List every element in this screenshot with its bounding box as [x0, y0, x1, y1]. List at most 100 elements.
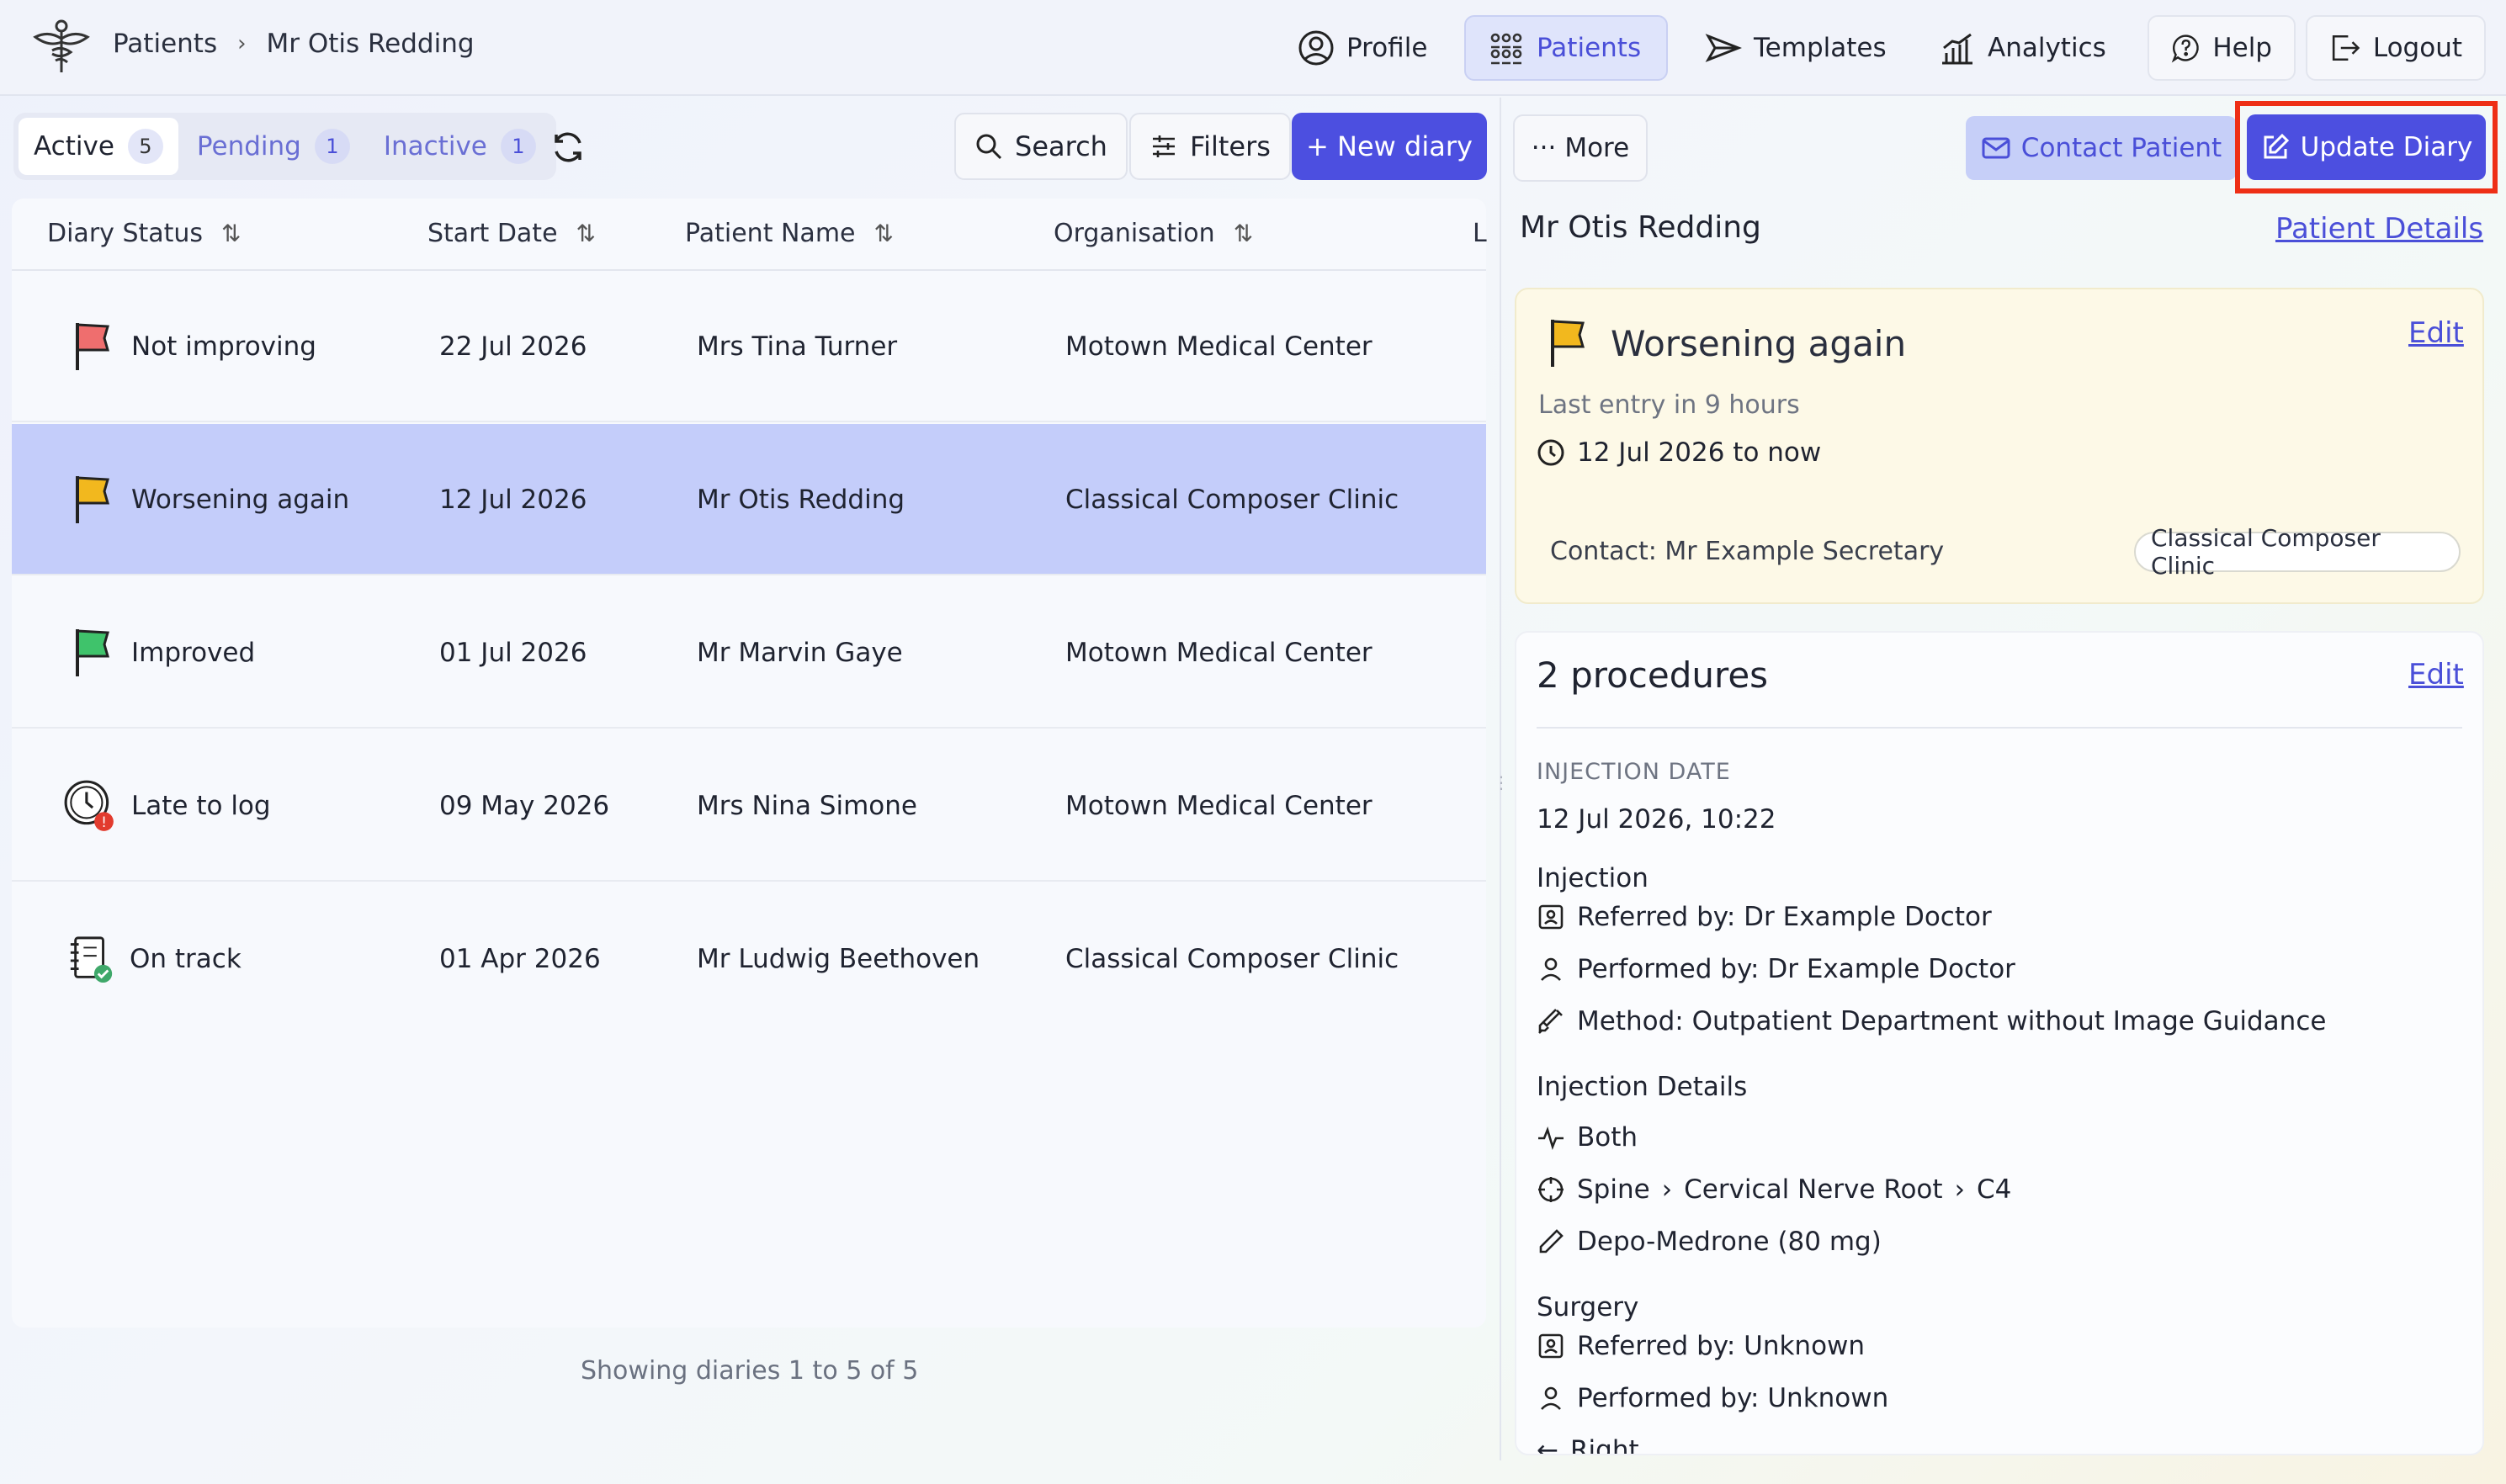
tab-active[interactable]: Active 5	[19, 118, 178, 175]
update-diary-button[interactable]: Update Diary	[2247, 114, 2486, 180]
surgery-performed-by-text: Performed by: Unknown	[1577, 1383, 1889, 1413]
nav-help-label: Help	[2212, 33, 2272, 63]
patient-details-link[interactable]: Patient Details	[2275, 212, 2483, 246]
location-level-2: Cervical Nerve Root	[1684, 1174, 1943, 1205]
contact-patient-label: Contact Patient	[2020, 133, 2222, 163]
organisation: Motown Medical Center	[1065, 791, 1372, 821]
column-organisation[interactable]: Organisation ⇅	[1054, 219, 1253, 248]
table-row-selected[interactable]: Worsening again 12 Jul 2026 Mr Otis Redd…	[12, 424, 1486, 575]
tab-inactive[interactable]: Inactive 1	[369, 118, 551, 175]
clock-icon	[1537, 439, 1564, 466]
status-cell: ! Late to log	[62, 730, 271, 882]
sort-icon: ⇅	[873, 220, 894, 247]
sliders-icon	[1153, 135, 1175, 157]
date-range-text: 12 Jul 2026 to now	[1577, 437, 1822, 468]
patients-group-icon	[1490, 33, 1522, 65]
breadcrumb-patients[interactable]: Patients	[113, 29, 217, 59]
table-row[interactable]: ! Late to log 09 May 2026 Mrs Nina Simon…	[12, 730, 1486, 882]
clinic-tag: Classical Composer Clinic	[2134, 524, 2461, 580]
procedures-title: 2 procedures	[1537, 655, 1769, 696]
tab-active-count: 5	[127, 129, 163, 164]
column-patient-name[interactable]: Patient Name ⇅	[685, 219, 894, 248]
column-truncated[interactable]: L	[1473, 219, 1487, 248]
nav-profile[interactable]: Profile	[1276, 15, 1449, 81]
table-row[interactable]: Improved 01 Jul 2026 Mr Marvin Gaye Moto…	[12, 577, 1486, 729]
mail-icon	[1982, 137, 2010, 159]
sort-icon: ⇅	[221, 220, 242, 247]
procedures-edit-link[interactable]: Edit	[2408, 658, 2464, 692]
more-button[interactable]: ··· More	[1513, 114, 1648, 182]
breadcrumb-current: Mr Otis Redding	[266, 29, 475, 59]
injection-heading: Injection	[1537, 863, 1649, 893]
svg-text:!: !	[101, 814, 107, 830]
injection-date-label: INJECTION DATE	[1537, 759, 1731, 785]
organisation: Motown Medical Center	[1065, 331, 1372, 362]
surgery-heading: Surgery	[1537, 1292, 1639, 1322]
sort-icon: ⇅	[576, 220, 596, 247]
tab-inactive-label: Inactive	[383, 131, 487, 162]
late-clock-icon: !	[64, 780, 114, 831]
start-date: 01 Apr 2026	[439, 944, 601, 974]
edit-square-icon	[2264, 133, 2289, 159]
table-header: Diary Status ⇅ Start Date ⇅ Patient Name ⇅ …	[12, 199, 1487, 271]
nav-logout-label: Logout	[2372, 33, 2462, 63]
tab-pending[interactable]: Pending 1	[182, 118, 365, 175]
pen-icon	[1539, 1229, 1564, 1253]
injection-details-heading: Injection Details	[1537, 1072, 1748, 1102]
nav-templates[interactable]: Templates	[1683, 15, 1909, 81]
start-date: 01 Jul 2026	[439, 638, 587, 668]
location-level-3: C4	[1976, 1174, 2012, 1205]
search-icon	[976, 134, 1002, 160]
nav-profile-label: Profile	[1346, 33, 1428, 63]
search-button[interactable]: Search	[954, 113, 1128, 180]
nav-patients[interactable]: Patients	[1464, 15, 1668, 81]
patient-name: Mr Otis Redding	[697, 485, 905, 515]
column-start-date[interactable]: Start Date ⇅	[427, 219, 596, 248]
method-text: Method: Outpatient Department without Im…	[1577, 1006, 2327, 1036]
refresh-icon[interactable]	[549, 128, 587, 167]
last-entry-text: Last entry in 9 hours	[1538, 390, 1800, 420]
user-icon	[1541, 1386, 1561, 1410]
nav-patients-label: Patients	[1537, 33, 1642, 63]
status-label: Improved	[131, 638, 256, 668]
tab-active-label: Active	[34, 131, 114, 162]
nav-help[interactable]: Help	[2148, 15, 2296, 81]
id-card-icon	[1538, 1333, 1564, 1359]
organisation: Motown Medical Center	[1065, 638, 1372, 668]
nav-analytics[interactable]: Analytics	[1917, 15, 2128, 81]
status-edit-link[interactable]: Edit	[2408, 316, 2464, 350]
caduceus-logo-icon[interactable]	[32, 19, 91, 74]
column-start-date-label: Start Date	[427, 219, 558, 248]
contact-patient-button[interactable]: Contact Patient	[1966, 116, 2237, 180]
status-cell: Improved	[69, 577, 255, 729]
patient-name: Mrs Tina Turner	[697, 331, 898, 362]
status-cell: Not improving	[69, 271, 316, 422]
organisation: Classical Composer Clinic	[1065, 944, 1399, 974]
paper-plane-icon	[1705, 34, 1742, 62]
table-row[interactable]: Not improving 22 Jul 2026 Mrs Tina Turne…	[12, 271, 1486, 422]
status-cell: On track	[67, 883, 242, 1035]
tab-pending-label: Pending	[196, 131, 301, 162]
column-diary-status-label: Diary Status	[47, 219, 204, 248]
new-diary-button[interactable]: + New diary	[1292, 113, 1487, 180]
resize-handle-icon[interactable]: ⋮	[1493, 772, 1510, 792]
status-label: Late to log	[131, 791, 271, 821]
surgery-referred-by-text: Referred by: Unknown	[1577, 1331, 1866, 1361]
new-diary-label: + New diary	[1306, 130, 1473, 162]
help-bubble-icon	[2171, 34, 2199, 63]
arrow-left-icon: ←	[1537, 1435, 1558, 1454]
yellow-flag-icon	[76, 476, 109, 523]
filters-button[interactable]: Filters	[1129, 113, 1291, 180]
tab-inactive-count: 1	[500, 129, 536, 164]
column-diary-status[interactable]: Diary Status ⇅	[47, 219, 242, 248]
performed-by-text: Performed by: Dr Example Doctor	[1577, 954, 2015, 984]
referred-by-text: Referred by: Dr Example Doctor	[1577, 902, 1992, 932]
ellipsis-icon: ···	[1531, 133, 1557, 163]
red-flag-icon	[76, 323, 109, 370]
nav-logout[interactable]: Logout	[2306, 15, 2486, 81]
drug-text: Depo-Medrone (80 mg)	[1577, 1227, 1882, 1257]
location-level-1: Spine	[1577, 1174, 1650, 1205]
on-track-notebook-icon	[70, 936, 113, 983]
pulse-icon	[1538, 1126, 1564, 1150]
table-row[interactable]: On track 01 Apr 2026 Mr Ludwig Beethoven…	[12, 883, 1486, 1035]
